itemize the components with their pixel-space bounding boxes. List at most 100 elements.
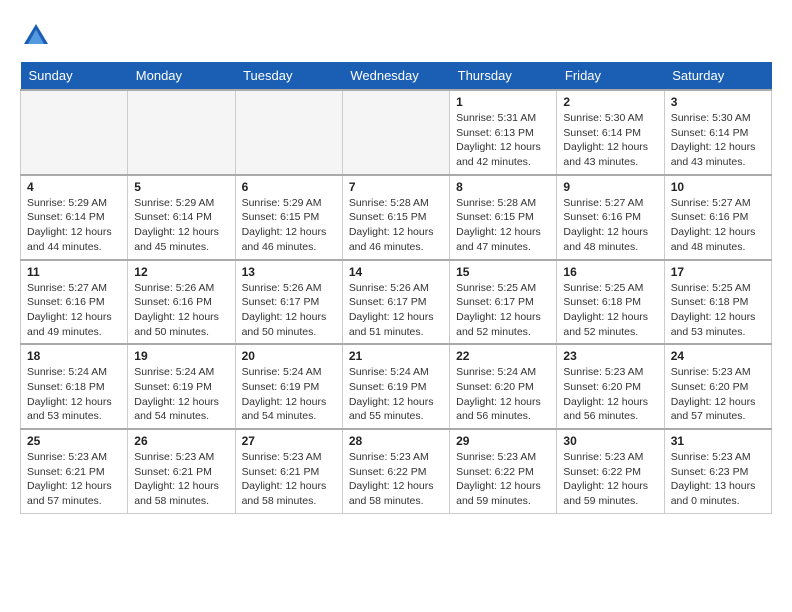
cell-details: Sunrise: 5:23 AMSunset: 6:22 PMDaylight:… — [563, 450, 657, 509]
cell-details: Sunrise: 5:23 AMSunset: 6:20 PMDaylight:… — [563, 365, 657, 424]
header-wednesday: Wednesday — [342, 62, 449, 90]
cell-details: Sunrise: 5:23 AMSunset: 6:21 PMDaylight:… — [27, 450, 121, 509]
day-number: 30 — [563, 434, 657, 448]
cell-details: Sunrise: 5:30 AMSunset: 6:14 PMDaylight:… — [563, 111, 657, 170]
calendar-cell: 1 Sunrise: 5:31 AMSunset: 6:13 PMDaylight… — [450, 90, 557, 175]
week-row-0: 1 Sunrise: 5:31 AMSunset: 6:13 PMDaylight… — [21, 90, 772, 175]
day-number: 27 — [242, 434, 336, 448]
header-friday: Friday — [557, 62, 664, 90]
header-monday: Monday — [128, 62, 235, 90]
cell-details: Sunrise: 5:24 AMSunset: 6:19 PMDaylight:… — [349, 365, 443, 424]
cell-details: Sunrise: 5:23 AMSunset: 6:22 PMDaylight:… — [456, 450, 550, 509]
day-number: 28 — [349, 434, 443, 448]
week-row-2: 11 Sunrise: 5:27 AMSunset: 6:16 PMDayligh… — [21, 260, 772, 345]
logo — [20, 20, 56, 52]
cell-details: Sunrise: 5:23 AMSunset: 6:21 PMDaylight:… — [134, 450, 228, 509]
day-number: 20 — [242, 349, 336, 363]
calendar-cell: 26 Sunrise: 5:23 AMSunset: 6:21 PMDayligh… — [128, 429, 235, 513]
day-number: 19 — [134, 349, 228, 363]
cell-details: Sunrise: 5:29 AMSunset: 6:15 PMDaylight:… — [242, 196, 336, 255]
calendar-cell — [235, 90, 342, 175]
day-number: 26 — [134, 434, 228, 448]
week-row-4: 25 Sunrise: 5:23 AMSunset: 6:21 PMDayligh… — [21, 429, 772, 513]
day-number: 14 — [349, 265, 443, 279]
header-tuesday: Tuesday — [235, 62, 342, 90]
cell-details: Sunrise: 5:24 AMSunset: 6:18 PMDaylight:… — [27, 365, 121, 424]
calendar-cell: 7Sunrise: 5:28 AMSunset: 6:15 PMDaylight… — [342, 175, 449, 260]
calendar-cell: 31Sunrise: 5:23 AMSunset: 6:23 PMDayligh… — [664, 429, 771, 513]
cell-details: Sunrise: 5:25 AMSunset: 6:17 PMDaylight:… — [456, 281, 550, 340]
cell-details: Sunrise: 5:27 AMSunset: 6:16 PMDaylight:… — [671, 196, 765, 255]
calendar: SundayMondayTuesdayWednesdayThursdayFrid… — [20, 62, 772, 514]
cell-details: Sunrise: 5:24 AMSunset: 6:19 PMDaylight:… — [134, 365, 228, 424]
calendar-cell: 2 Sunrise: 5:30 AMSunset: 6:14 PMDaylight… — [557, 90, 664, 175]
calendar-cell: 18 Sunrise: 5:24 AMSunset: 6:18 PMDayligh… — [21, 344, 128, 429]
day-number: 9 — [563, 180, 657, 194]
calendar-cell — [21, 90, 128, 175]
calendar-cell: 28 Sunrise: 5:23 AMSunset: 6:22 PMDayligh… — [342, 429, 449, 513]
cell-details: Sunrise: 5:23 AMSunset: 6:23 PMDaylight:… — [671, 450, 765, 509]
header-sunday: Sunday — [21, 62, 128, 90]
cell-details: Sunrise: 5:27 AMSunset: 6:16 PMDaylight:… — [27, 281, 121, 340]
day-number: 10 — [671, 180, 765, 194]
cell-details: Sunrise: 5:28 AMSunset: 6:15 PMDaylight:… — [349, 196, 443, 255]
calendar-cell: 20 Sunrise: 5:24 AMSunset: 6:19 PMDayligh… — [235, 344, 342, 429]
calendar-cell — [128, 90, 235, 175]
cell-details: Sunrise: 5:27 AMSunset: 6:16 PMDaylight:… — [563, 196, 657, 255]
cell-details: Sunrise: 5:26 AMSunset: 6:17 PMDaylight:… — [242, 281, 336, 340]
day-number: 12 — [134, 265, 228, 279]
day-number: 1 — [456, 95, 550, 109]
day-number: 4 — [27, 180, 121, 194]
day-number: 11 — [27, 265, 121, 279]
week-row-3: 18 Sunrise: 5:24 AMSunset: 6:18 PMDayligh… — [21, 344, 772, 429]
calendar-cell: 5 Sunrise: 5:29 AMSunset: 6:14 PMDaylight… — [128, 175, 235, 260]
calendar-cell: 19 Sunrise: 5:24 AMSunset: 6:19 PMDayligh… — [128, 344, 235, 429]
calendar-cell: 8Sunrise: 5:28 AMSunset: 6:15 PMDaylight… — [450, 175, 557, 260]
cell-details: Sunrise: 5:24 AMSunset: 6:20 PMDaylight:… — [456, 365, 550, 424]
calendar-cell: 9 Sunrise: 5:27 AMSunset: 6:16 PMDaylight… — [557, 175, 664, 260]
day-number: 13 — [242, 265, 336, 279]
cell-details: Sunrise: 5:30 AMSunset: 6:14 PMDaylight:… — [671, 111, 765, 170]
calendar-cell: 11 Sunrise: 5:27 AMSunset: 6:16 PMDayligh… — [21, 260, 128, 345]
header-thursday: Thursday — [450, 62, 557, 90]
day-number: 18 — [27, 349, 121, 363]
week-row-1: 4 Sunrise: 5:29 AMSunset: 6:14 PMDaylight… — [21, 175, 772, 260]
calendar-cell: 15 Sunrise: 5:25 AMSunset: 6:17 PMDayligh… — [450, 260, 557, 345]
calendar-cell: 3 Sunrise: 5:30 AMSunset: 6:14 PMDaylight… — [664, 90, 771, 175]
calendar-cell: 30 Sunrise: 5:23 AMSunset: 6:22 PMDayligh… — [557, 429, 664, 513]
cell-details: Sunrise: 5:24 AMSunset: 6:19 PMDaylight:… — [242, 365, 336, 424]
cell-details: Sunrise: 5:23 AMSunset: 6:20 PMDaylight:… — [671, 365, 765, 424]
calendar-header-row: SundayMondayTuesdayWednesdayThursdayFrid… — [21, 62, 772, 90]
calendar-cell: 16 Sunrise: 5:25 AMSunset: 6:18 PMDayligh… — [557, 260, 664, 345]
day-number: 25 — [27, 434, 121, 448]
day-number: 15 — [456, 265, 550, 279]
cell-details: Sunrise: 5:31 AMSunset: 6:13 PMDaylight:… — [456, 111, 550, 170]
day-number: 24 — [671, 349, 765, 363]
header-saturday: Saturday — [664, 62, 771, 90]
header — [20, 20, 772, 52]
day-number: 22 — [456, 349, 550, 363]
cell-details: Sunrise: 5:29 AMSunset: 6:14 PMDaylight:… — [134, 196, 228, 255]
calendar-cell: 21Sunrise: 5:24 AMSunset: 6:19 PMDayligh… — [342, 344, 449, 429]
cell-details: Sunrise: 5:23 AMSunset: 6:21 PMDaylight:… — [242, 450, 336, 509]
calendar-cell: 10 Sunrise: 5:27 AMSunset: 6:16 PMDayligh… — [664, 175, 771, 260]
calendar-cell: 23Sunrise: 5:23 AMSunset: 6:20 PMDayligh… — [557, 344, 664, 429]
calendar-cell: 6 Sunrise: 5:29 AMSunset: 6:15 PMDaylight… — [235, 175, 342, 260]
calendar-cell: 24 Sunrise: 5:23 AMSunset: 6:20 PMDayligh… — [664, 344, 771, 429]
cell-details: Sunrise: 5:28 AMSunset: 6:15 PMDaylight:… — [456, 196, 550, 255]
cell-details: Sunrise: 5:25 AMSunset: 6:18 PMDaylight:… — [671, 281, 765, 340]
cell-details: Sunrise: 5:23 AMSunset: 6:22 PMDaylight:… — [349, 450, 443, 509]
cell-details: Sunrise: 5:25 AMSunset: 6:18 PMDaylight:… — [563, 281, 657, 340]
day-number: 6 — [242, 180, 336, 194]
calendar-cell: 12Sunrise: 5:26 AMSunset: 6:16 PMDayligh… — [128, 260, 235, 345]
cell-details: Sunrise: 5:29 AMSunset: 6:14 PMDaylight:… — [27, 196, 121, 255]
day-number: 16 — [563, 265, 657, 279]
day-number: 3 — [671, 95, 765, 109]
cell-details: Sunrise: 5:26 AMSunset: 6:17 PMDaylight:… — [349, 281, 443, 340]
day-number: 17 — [671, 265, 765, 279]
calendar-cell: 22 Sunrise: 5:24 AMSunset: 6:20 PMDayligh… — [450, 344, 557, 429]
day-number: 5 — [134, 180, 228, 194]
day-number: 2 — [563, 95, 657, 109]
day-number: 29 — [456, 434, 550, 448]
calendar-cell: 4 Sunrise: 5:29 AMSunset: 6:14 PMDaylight… — [21, 175, 128, 260]
